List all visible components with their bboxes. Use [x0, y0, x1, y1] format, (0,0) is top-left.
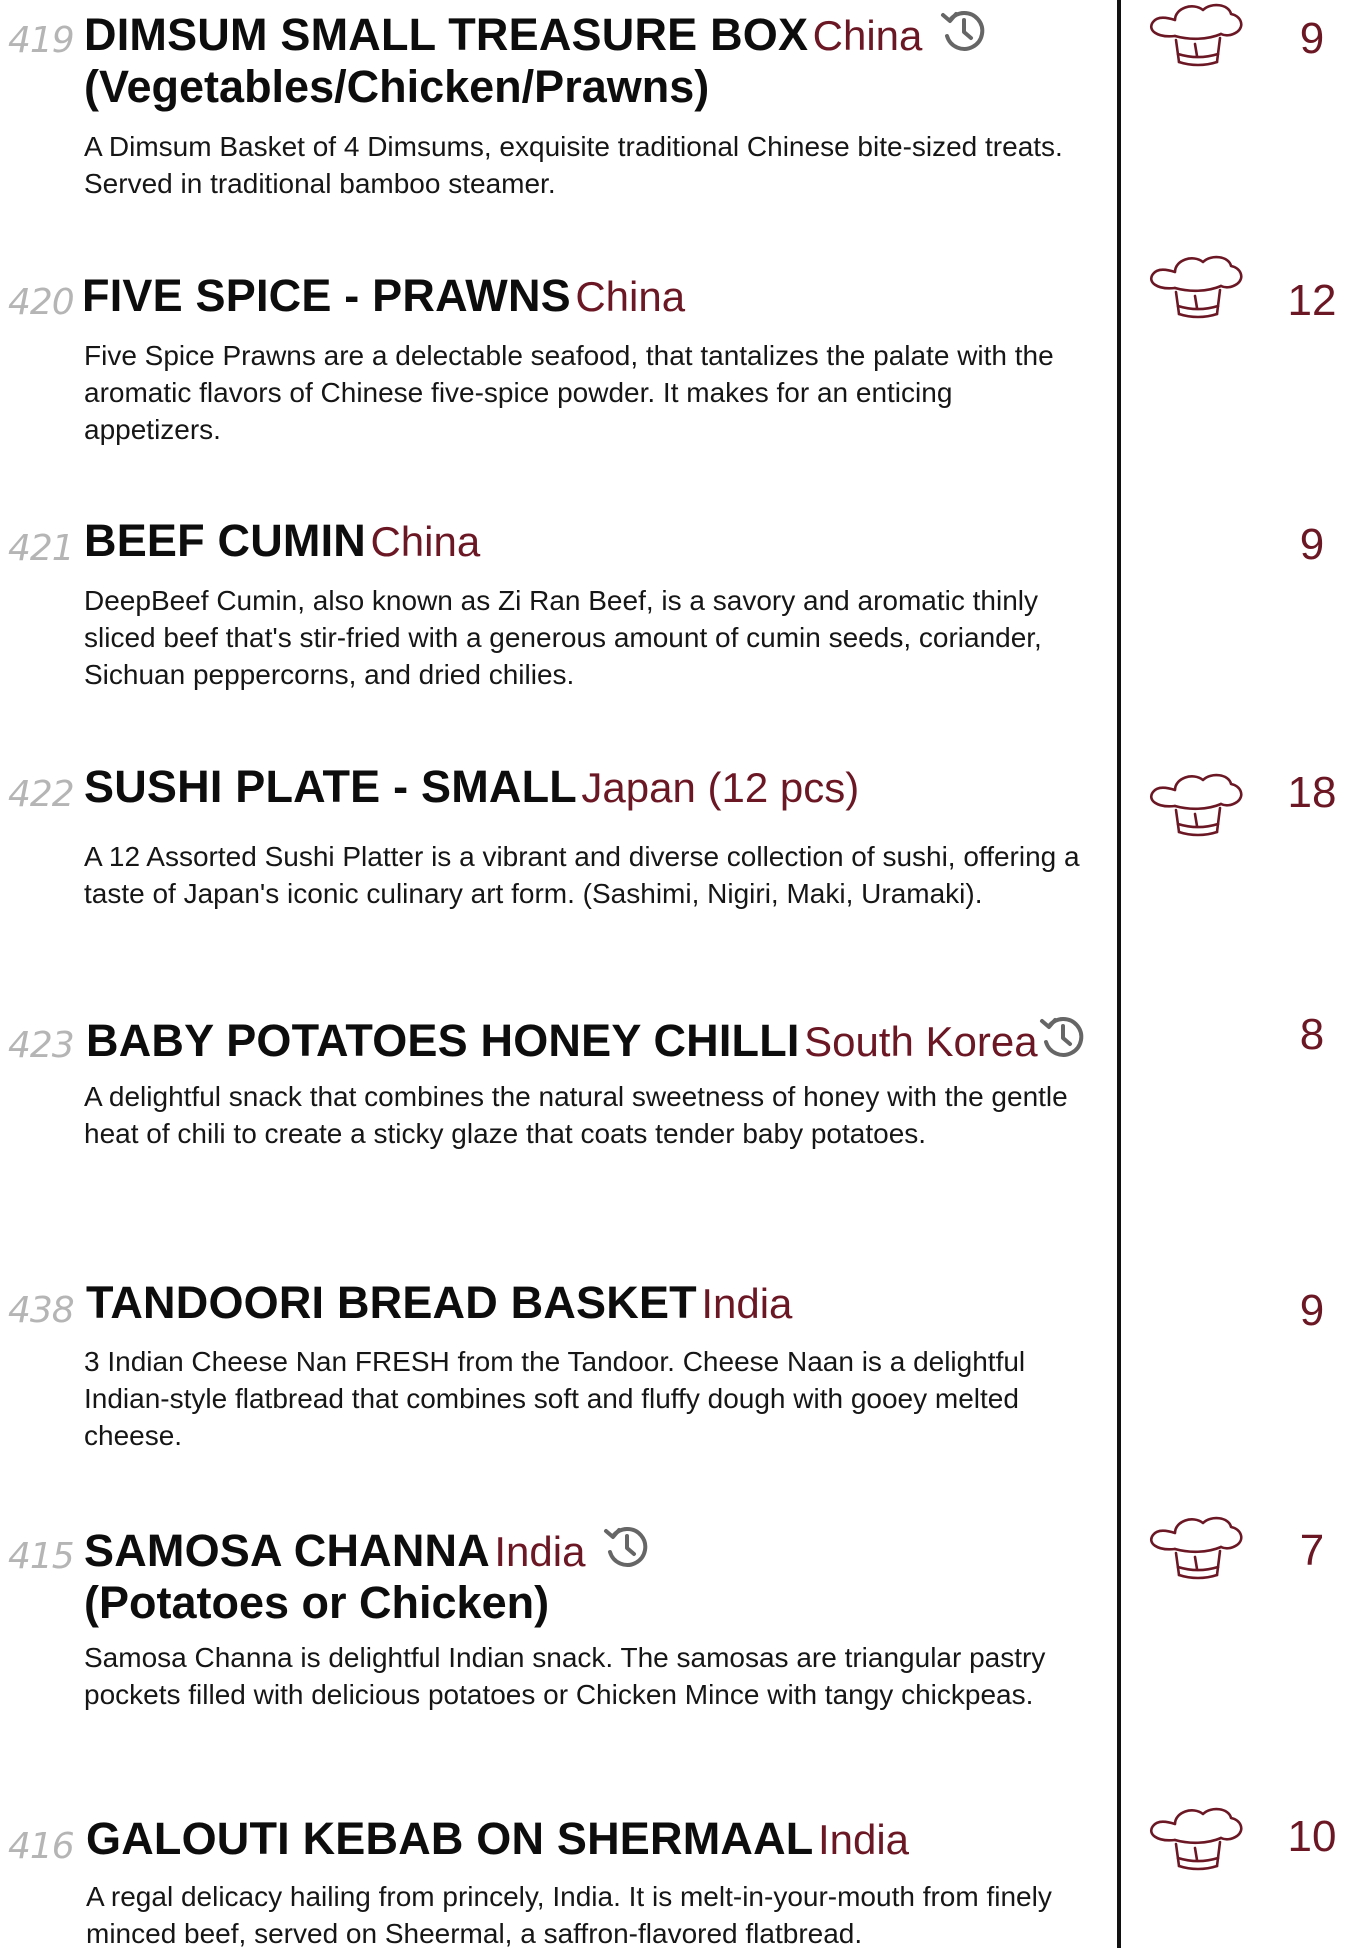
item-price: 9 [1299, 520, 1325, 569]
item-origin: South Korea [804, 1018, 1038, 1065]
item-title: BABY POTATOES HONEY CHILLI [86, 1015, 800, 1066]
chef-hat-icon [1150, 3, 1243, 67]
item-title: FIVE SPICE - PRAWNS [82, 270, 571, 321]
item-description: A regal delicacy hailing from princely, … [86, 1881, 1052, 1949]
item-description: A Dimsum Basket of 4 Dimsums, exquisite … [84, 131, 1063, 199]
clock-history-icon [603, 1526, 648, 1567]
item-number: 419 [8, 20, 75, 61]
item-heading: BEEF CUMIN China [84, 515, 1114, 567]
item-description: Five Spice Prawns are a delectable seafo… [84, 340, 1054, 445]
item-number: 423 [8, 1025, 75, 1066]
column-divider [1117, 0, 1121, 1948]
chef-hat-icon [1150, 1807, 1243, 1871]
item-description: DeepBeef Cumin, also known as Zi Ran Bee… [84, 585, 1042, 690]
item-number: 415 [8, 1536, 75, 1577]
item-origin: China [370, 518, 481, 565]
clock-history-icon [1039, 1016, 1083, 1057]
item-origin: China [812, 12, 923, 59]
item-title: DIMSUM SMALL TREASURE BOX [84, 9, 809, 60]
item-title: BEEF CUMIN [84, 515, 366, 566]
item-price: 9 [1299, 14, 1325, 63]
item-price: 7 [1299, 1526, 1325, 1575]
item-title: SUSHI PLATE - SMALL [84, 761, 577, 812]
item-number: 420 [8, 282, 75, 323]
item-price: 18 [1287, 768, 1337, 817]
item-origin: Japan (12 pcs) [581, 764, 860, 811]
item-subtitle: (Vegetables/Chicken/Prawns) [84, 61, 710, 112]
item-price: 9 [1299, 1286, 1325, 1335]
item-origin: India [817, 1816, 910, 1863]
chef-hat-icon [1150, 773, 1243, 837]
item-origin: India [494, 1528, 586, 1575]
item-heading: SUSHI PLATE - SMALL Japan (12 pcs) [84, 761, 1114, 813]
item-price: 12 [1287, 276, 1337, 325]
item-heading: TANDOORI BREAD BASKET India [86, 1277, 1116, 1329]
item-number: 438 [8, 1290, 75, 1331]
item-number: 422 [8, 774, 75, 815]
item-origin: India [701, 1280, 793, 1327]
item-description: A 12 Assorted Sushi Platter is a vibrant… [84, 841, 1080, 909]
item-heading: SAMOSA CHANNA India (Potatoes or Chicken… [84, 1522, 1114, 1629]
item-subtitle: (Potatoes or Chicken) [84, 1577, 550, 1628]
item-title: TANDOORI BREAD BASKET [86, 1277, 697, 1328]
item-number: 421 [8, 528, 75, 569]
item-number: 416 [8, 1826, 75, 1867]
item-heading: DIMSUM SMALL TREASURE BOX China (Vegetab… [84, 6, 1114, 113]
item-heading: FIVE SPICE - PRAWNS China [82, 270, 1112, 322]
item-price: 10 [1287, 1812, 1337, 1861]
item-title: SAMOSA CHANNA [84, 1525, 490, 1576]
item-heading: GALOUTI KEBAB ON SHERMAAL India [86, 1813, 1116, 1865]
item-title: GALOUTI KEBAB ON SHERMAAL [86, 1813, 814, 1864]
item-description: A delightful snack that combines the nat… [84, 1081, 1068, 1149]
item-description: Samosa Channa is delightful Indian snack… [84, 1642, 1046, 1710]
item-description: 3 Indian Cheese Nan FRESH from the Tando… [84, 1346, 1026, 1451]
chef-hat-icon [1150, 255, 1243, 319]
item-price: 8 [1299, 1010, 1325, 1059]
chef-hat-icon [1150, 1516, 1243, 1580]
item-origin: China [575, 273, 686, 320]
clock-history-icon [940, 10, 985, 51]
item-heading: BABY POTATOES HONEY CHILLI South Korea [86, 1012, 1116, 1067]
